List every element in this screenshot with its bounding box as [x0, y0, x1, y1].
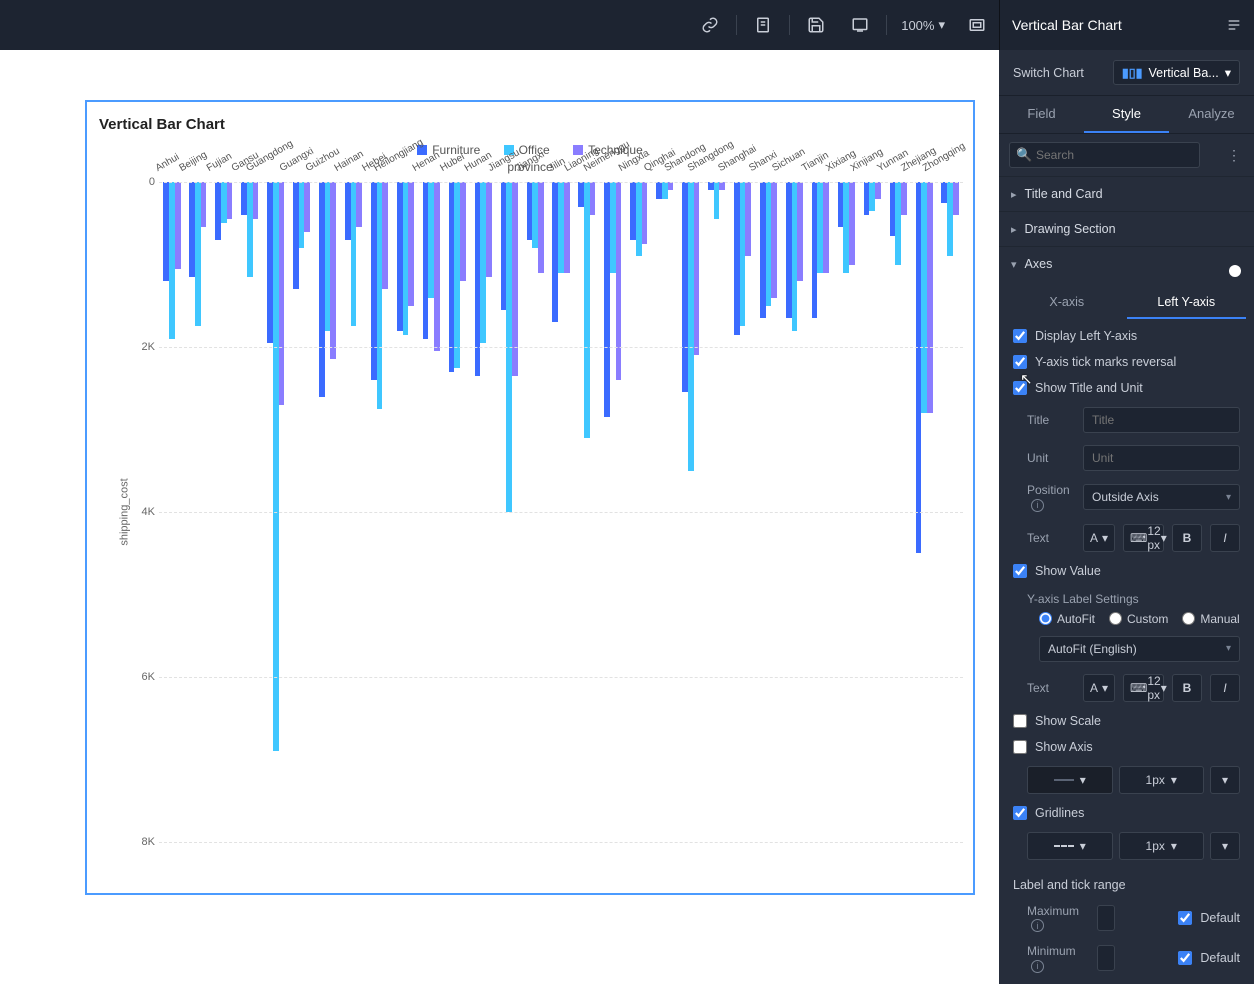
- chevron-right-icon: ▸: [1011, 223, 1017, 236]
- main-area: Vertical Bar Chart Furniture Office Tech…: [0, 50, 1254, 984]
- italic-button[interactable]: I: [1210, 524, 1240, 552]
- label-default-max: Default: [1200, 911, 1240, 925]
- grid-line-color[interactable]: ▾: [1210, 832, 1240, 860]
- info-icon[interactable]: i: [1031, 919, 1044, 932]
- axes-subtabs: X-axis Left Y-axis: [999, 287, 1254, 319]
- label-minimum: Minimumi: [1027, 944, 1089, 973]
- chevron-down-icon: ▾: [1011, 258, 1017, 271]
- font-color-button[interactable]: A ▾: [1083, 524, 1115, 552]
- label-show-title-unit: Show Title and Unit: [1035, 381, 1143, 395]
- bold-button[interactable]: B: [1172, 524, 1202, 552]
- checkbox-reverse-ticks[interactable]: [1013, 355, 1027, 369]
- more-menu-icon[interactable]: ⋮: [1223, 147, 1244, 164]
- fit-screen-icon[interactable]: [955, 0, 999, 50]
- font-size-select-2[interactable]: ⌨12 px▾: [1123, 674, 1164, 702]
- panel-title-bar: Vertical Bar Chart: [999, 0, 1254, 50]
- select-autofit-lang[interactable]: AutoFit (English)▾: [1039, 636, 1240, 662]
- switch-chart-label: Switch Chart: [1013, 66, 1084, 80]
- axis-line-width[interactable]: 1px▾: [1119, 766, 1205, 794]
- top-toolbar: 100% ▾ Vertical Bar Chart: [0, 0, 1254, 50]
- chart-title: Vertical Bar Chart: [87, 102, 973, 141]
- zoom-value: 100%: [901, 18, 934, 33]
- tab-style[interactable]: Style: [1084, 96, 1169, 133]
- label-reverse-ticks: Y-axis tick marks reversal: [1035, 355, 1176, 369]
- label-text-2: Text: [1027, 681, 1075, 695]
- checkbox-show-title-unit[interactable]: [1013, 381, 1027, 395]
- bold-button-2[interactable]: B: [1172, 674, 1202, 702]
- bar-chart-icon: ▮▯▮: [1122, 65, 1143, 80]
- label-gridlines: Gridlines: [1035, 806, 1084, 820]
- canvas-area[interactable]: Vertical Bar Chart Furniture Office Tech…: [0, 50, 999, 984]
- label-unit: Unit: [1027, 451, 1075, 465]
- label-show-value: Show Value: [1035, 564, 1101, 578]
- chart-plot-area: shipping_cost AnhuiBeijingFujianGansuGua…: [127, 182, 963, 842]
- tab-field[interactable]: Field: [999, 96, 1084, 133]
- chevron-down-icon: ▾: [938, 17, 945, 33]
- toolbar-divider: [789, 15, 790, 35]
- preview-icon[interactable]: [838, 0, 882, 50]
- toolbar-divider: [886, 15, 887, 35]
- italic-button-2[interactable]: I: [1210, 674, 1240, 702]
- section-axes[interactable]: ▾ Axes: [999, 246, 1254, 281]
- panel-collapse-icon[interactable]: [1226, 17, 1242, 33]
- font-size-select-1[interactable]: ⌨12 px▾: [1123, 524, 1164, 552]
- checkbox-display-left-y[interactable]: [1013, 329, 1027, 343]
- tab-analyze[interactable]: Analyze: [1169, 96, 1254, 133]
- checkbox-max-default[interactable]: [1178, 911, 1192, 925]
- checkbox-show-scale[interactable]: [1013, 714, 1027, 728]
- font-color-button-2[interactable]: A ▾: [1083, 674, 1115, 702]
- label-show-scale: Show Scale: [1035, 714, 1101, 728]
- chevron-right-icon: ▸: [1011, 188, 1017, 201]
- checkbox-show-value[interactable]: [1013, 564, 1027, 578]
- search-icon: 🔍: [1016, 147, 1032, 163]
- axis-line-style[interactable]: ▾: [1027, 766, 1113, 794]
- input-minimum[interactable]: [1097, 945, 1115, 971]
- section-title-and-card[interactable]: ▸ Title and Card: [999, 176, 1254, 211]
- label-default-min: Default: [1200, 951, 1240, 965]
- chart-type-selector[interactable]: ▮▯▮ Vertical Ba... ▾: [1113, 60, 1240, 85]
- label-tick-range-heading: Label and tick range: [1013, 878, 1126, 892]
- radio-custom[interactable]: Custom: [1109, 612, 1168, 626]
- link-icon[interactable]: [688, 0, 732, 50]
- label-ylabel-settings: Y-axis Label Settings: [999, 584, 1254, 608]
- toolbar-tools: 100% ▾: [688, 0, 999, 50]
- switch-chart-row: Switch Chart ▮▯▮ Vertical Ba... ▾: [999, 50, 1254, 96]
- properties-panel: Switch Chart ▮▯▮ Vertical Ba... ▾ Field …: [999, 50, 1254, 984]
- zoom-control[interactable]: 100% ▾: [891, 17, 955, 33]
- save-icon[interactable]: [794, 0, 838, 50]
- search-row: 🔍 ⋮: [999, 134, 1254, 176]
- subtab-left-y-axis[interactable]: Left Y-axis: [1127, 287, 1247, 319]
- info-icon[interactable]: i: [1031, 499, 1044, 512]
- panel-tabs: Field Style Analyze: [999, 96, 1254, 134]
- checkbox-gridlines[interactable]: [1013, 806, 1027, 820]
- chart-type-name: Vertical Ba...: [1149, 66, 1219, 80]
- panel-title: Vertical Bar Chart: [1012, 17, 1122, 33]
- label-display-left-y: Display Left Y-axis: [1035, 329, 1137, 343]
- toolbar-divider: [736, 15, 737, 35]
- chevron-down-icon: ▾: [1225, 65, 1231, 80]
- search-input[interactable]: [1009, 142, 1200, 168]
- radio-autofit[interactable]: AutoFit: [1039, 612, 1095, 626]
- select-position[interactable]: Outside Axis▾: [1083, 484, 1240, 510]
- section-drawing[interactable]: ▸ Drawing Section: [999, 211, 1254, 246]
- label-title: Title: [1027, 413, 1075, 427]
- radio-manual[interactable]: Manual: [1182, 612, 1239, 626]
- chart-card[interactable]: Vertical Bar Chart Furniture Office Tech…: [85, 100, 975, 895]
- label-show-axis: Show Axis: [1035, 740, 1093, 754]
- label-maximum: Maximumi: [1027, 904, 1089, 933]
- input-maximum[interactable]: [1097, 905, 1115, 931]
- label-position: Positioni: [1027, 483, 1075, 512]
- input-axis-unit[interactable]: [1083, 445, 1240, 471]
- label-text-1: Text: [1027, 531, 1075, 545]
- input-axis-title[interactable]: [1083, 407, 1240, 433]
- checkbox-show-axis[interactable]: [1013, 740, 1027, 754]
- export-icon[interactable]: [741, 0, 785, 50]
- subtab-x-axis[interactable]: X-axis: [1007, 287, 1127, 319]
- info-icon[interactable]: i: [1031, 960, 1044, 973]
- grid-line-width[interactable]: 1px▾: [1119, 832, 1205, 860]
- grid-line-style[interactable]: ▾: [1027, 832, 1113, 860]
- axis-line-color[interactable]: ▾: [1210, 766, 1240, 794]
- checkbox-min-default[interactable]: [1178, 951, 1192, 965]
